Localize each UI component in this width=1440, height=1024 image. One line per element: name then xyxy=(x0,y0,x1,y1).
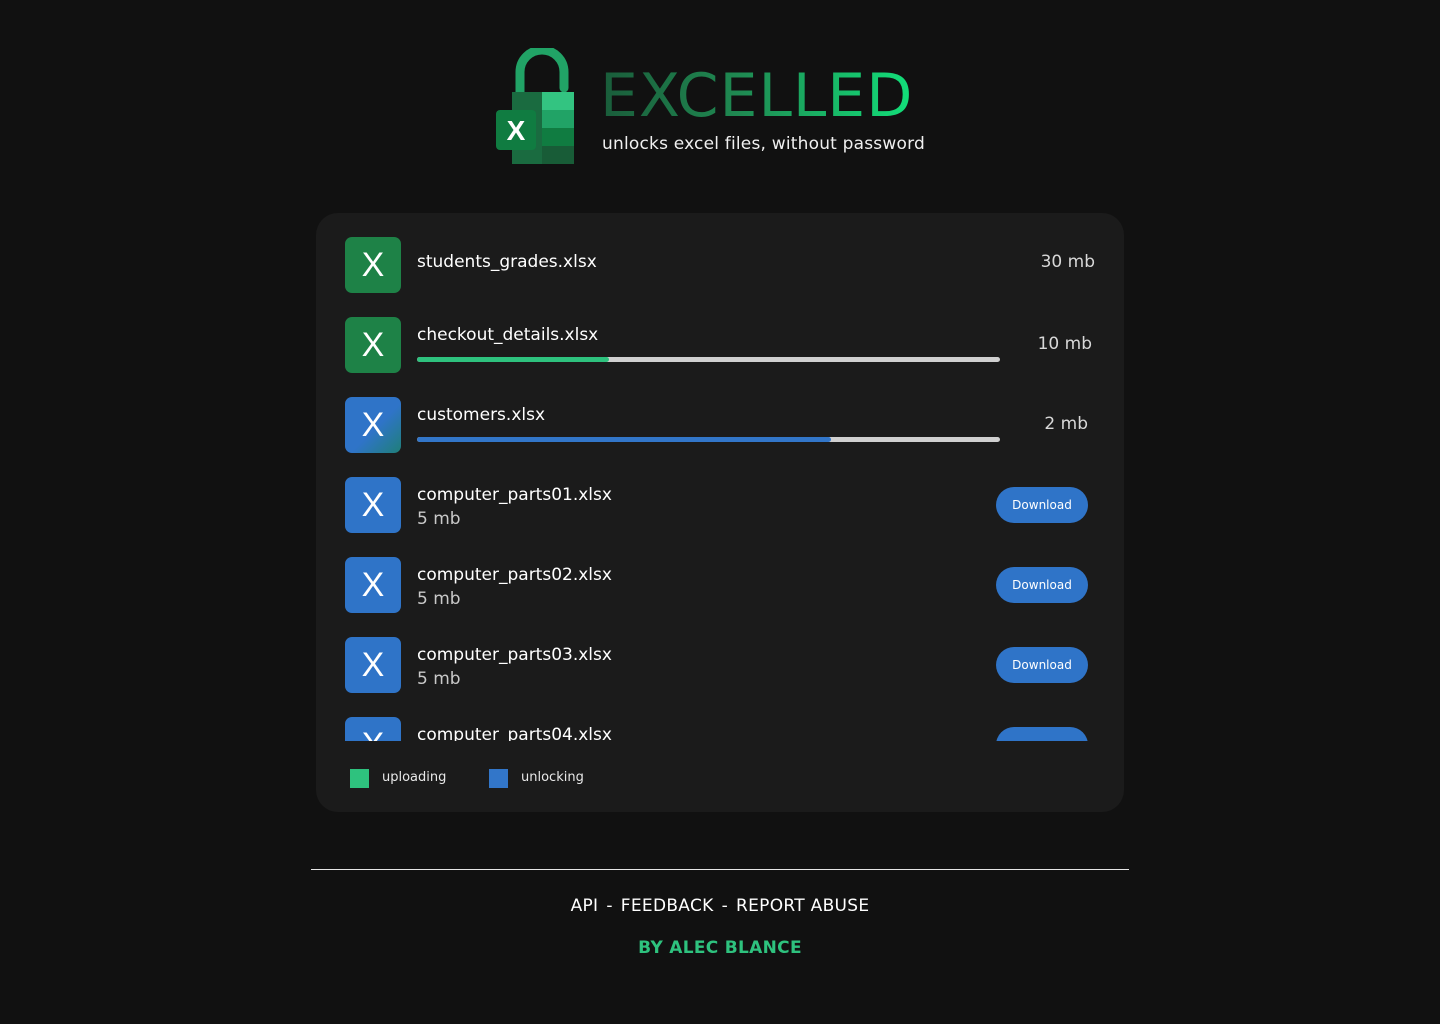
file-name: computer_parts04.xlsx xyxy=(417,725,612,741)
unlock-progress-bar xyxy=(417,437,1000,442)
file-row: X customers.xlsx 2 mb xyxy=(345,397,1095,453)
author-credit: BY ALEC BLANCE xyxy=(638,938,802,958)
report-abuse-link[interactable]: REPORT ABUSE xyxy=(736,896,869,916)
file-row: X computer_parts02.xlsx 5 mb Download xyxy=(345,557,1095,613)
file-name: checkout_details.xlsx xyxy=(417,325,599,345)
excel-file-icon: X xyxy=(345,637,401,693)
download-button[interactable] xyxy=(996,727,1088,741)
file-size: 10 mb xyxy=(1037,334,1092,354)
file-list[interactable]: X students_grades.xlsx 30 mb X checkout_… xyxy=(345,237,1095,741)
page: X EXCELLED unlocks excel files, without … xyxy=(0,0,1440,1024)
file-size: 5 mb xyxy=(417,589,461,609)
file-row: X checkout_details.xlsx 10 mb xyxy=(345,317,1095,373)
file-name: computer_parts01.xlsx xyxy=(417,485,612,505)
footer-separator: - xyxy=(606,896,613,916)
download-button[interactable]: Download xyxy=(996,487,1088,523)
footer-separator: - xyxy=(721,896,728,916)
file-row: X students_grades.xlsx 30 mb xyxy=(345,237,1095,293)
excel-file-icon: X xyxy=(345,717,401,741)
file-name: students_grades.xlsx xyxy=(417,252,597,272)
file-size: 2 mb xyxy=(1044,414,1088,434)
unlock-progress-fill xyxy=(417,437,831,442)
file-size: 5 mb xyxy=(417,669,461,689)
excel-file-icon: X xyxy=(345,397,401,453)
file-name: customers.xlsx xyxy=(417,405,546,425)
legend-label: uploading xyxy=(382,770,447,785)
download-button[interactable]: Download xyxy=(996,647,1088,683)
footer-nav: API - FEEDBACK - REPORT ABUSE xyxy=(0,896,1440,916)
download-button[interactable]: Download xyxy=(996,567,1088,603)
feedback-link[interactable]: FEEDBACK xyxy=(621,896,714,916)
api-link[interactable]: API xyxy=(571,896,599,916)
legend-swatch-uploading xyxy=(350,769,369,788)
legend-label: unlocking xyxy=(521,770,584,785)
app-title: EXCELLED xyxy=(600,61,914,131)
file-size: 30 mb xyxy=(1040,252,1095,272)
legend-swatch-unlocking xyxy=(489,769,508,788)
logo-letter: X xyxy=(507,115,526,146)
excel-file-icon: X xyxy=(345,477,401,533)
unlocked-excel-padlock-icon: X xyxy=(496,48,574,164)
file-row: X computer_parts03.xlsx 5 mb Download xyxy=(345,637,1095,693)
excel-file-icon: X xyxy=(345,557,401,613)
excel-file-icon: X xyxy=(345,317,401,373)
upload-progress-fill xyxy=(417,357,610,362)
file-size: 5 mb xyxy=(417,509,461,529)
file-name: computer_parts03.xlsx xyxy=(417,645,612,665)
file-row: X computer_parts04.xlsx xyxy=(345,717,1095,741)
app-tagline: unlocks excel files, without password xyxy=(602,134,925,154)
file-list-card: X students_grades.xlsx 30 mb X checkout_… xyxy=(316,213,1124,812)
file-row: X computer_parts01.xlsx 5 mb Download xyxy=(345,477,1095,533)
upload-progress-bar xyxy=(417,357,1000,362)
file-name: computer_parts02.xlsx xyxy=(417,565,612,585)
excel-file-icon: X xyxy=(345,237,401,293)
footer-divider xyxy=(311,869,1129,870)
